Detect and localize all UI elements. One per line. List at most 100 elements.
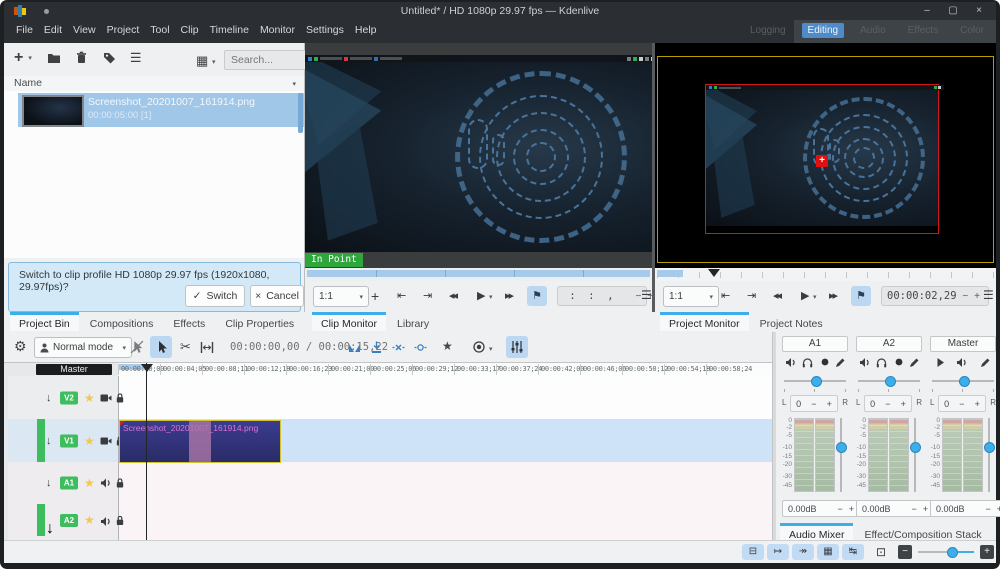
tag-button[interactable] — [103, 51, 116, 64]
project-monitor-ruler[interactable] — [655, 268, 996, 281]
menu-file[interactable]: File — [16, 24, 33, 36]
snap-toggle[interactable]: ↠ — [792, 544, 814, 560]
volume-slider[interactable] — [782, 376, 848, 386]
zone-mode-toggle[interactable]: ⚑ — [527, 286, 547, 306]
gain-fader-handle[interactable] — [910, 442, 921, 453]
workspace-tab-audio[interactable]: Audio — [854, 23, 892, 38]
balance-minus[interactable]: − — [811, 399, 816, 409]
rewind-button[interactable]: ◂◂ — [773, 289, 780, 302]
menu-settings[interactable]: Settings — [306, 24, 344, 36]
target-track-indicator[interactable] — [37, 419, 45, 462]
switch-button[interactable]: ✓ Switch — [185, 285, 245, 307]
rewind-button[interactable]: ◂◂ — [449, 289, 456, 302]
extract-zone-button[interactable] — [414, 341, 427, 354]
maximize-button[interactable]: ▢ — [946, 5, 960, 16]
volume-slider[interactable] — [930, 376, 996, 386]
insert-zone-button[interactable] — [370, 341, 383, 354]
master-effects-button[interactable]: Master — [36, 364, 112, 375]
track-lane-a1[interactable] — [118, 462, 772, 505]
show-channel-icon[interactable] — [909, 357, 920, 368]
show-mixes-toggle[interactable]: ⊟ — [742, 544, 764, 560]
workspace-tab-effects[interactable]: Effects — [902, 23, 944, 38]
project-monitor[interactable]: + — [655, 43, 996, 268]
show-channel-icon[interactable] — [835, 357, 846, 368]
favorite-effects-button[interactable]: ★ — [442, 339, 453, 353]
balance-minus[interactable]: − — [885, 399, 890, 409]
monitor-menu-button[interactable]: ☰ — [641, 288, 652, 302]
clip-monitor[interactable]: In Point — [305, 43, 652, 268]
record-dropdown-icon[interactable]: ▾ — [489, 345, 493, 353]
view-mode-button[interactable]: ▦ — [196, 54, 208, 67]
lock-track-icon[interactable] — [115, 478, 125, 489]
zone-in-button[interactable]: ⇤ — [397, 289, 406, 302]
menu-edit[interactable]: Edit — [44, 24, 62, 36]
track-effects-star-icon[interactable]: ★ — [84, 476, 95, 490]
balance-plus[interactable]: + — [975, 399, 980, 409]
gain-fader-track[interactable] — [988, 418, 990, 492]
tab-library[interactable]: Library — [388, 312, 438, 331]
gain-plus[interactable]: + — [849, 504, 854, 514]
transform-center-handle[interactable]: + — [816, 155, 828, 167]
mute-track-icon[interactable] — [100, 516, 112, 527]
add-marker-button[interactable]: + — [371, 288, 379, 304]
gain-fader-track[interactable] — [914, 418, 916, 492]
workspace-tab-color[interactable]: Color — [954, 23, 990, 38]
gain-fader-handle[interactable] — [836, 442, 847, 453]
lock-track-icon[interactable] — [115, 392, 125, 403]
gain-minus[interactable]: − — [837, 504, 842, 514]
show-waveforms-toggle[interactable]: ↹ — [842, 544, 864, 560]
balance-plus[interactable]: + — [827, 399, 832, 409]
bin-column-header[interactable]: Name ▾ — [4, 76, 304, 92]
track-header-v1[interactable]: ↓ V1 ★ — [8, 419, 119, 463]
hide-video-icon[interactable] — [100, 393, 112, 403]
volume-slider[interactable] — [856, 376, 922, 386]
menu-help[interactable]: Help — [355, 24, 377, 36]
zoom-slider-handle[interactable] — [947, 547, 958, 558]
show-subtitles-toggle[interactable]: ↦ — [767, 544, 789, 560]
close-button[interactable]: × — [972, 5, 986, 16]
show-thumbnails-toggle[interactable]: ▦ — [817, 544, 839, 560]
balance-field[interactable]: 0 − + — [864, 395, 912, 412]
collapse-track-icon[interactable]: ↓ — [46, 435, 52, 447]
gain-plus[interactable]: + — [923, 504, 928, 514]
timeline-position-timecode[interactable]: 00:00:00,00 / 00:00:15,22 — [230, 341, 388, 353]
gain-minus[interactable]: − — [985, 504, 990, 514]
mixer-toggle-button[interactable] — [506, 336, 528, 358]
track-effects-star-icon[interactable]: ★ — [84, 513, 95, 527]
workspace-tab-logging[interactable]: Logging — [744, 23, 792, 38]
bin-scrollbar[interactable] — [298, 93, 303, 133]
channel-name[interactable]: Master — [930, 336, 996, 352]
mute-track-icon[interactable] — [100, 478, 112, 489]
zoom-in-button[interactable]: + — [980, 545, 994, 559]
tab-project-notes[interactable]: Project Notes — [751, 312, 832, 331]
gain-field[interactable]: 0.00dB − + — [856, 500, 934, 517]
record-icon[interactable] — [894, 357, 904, 367]
list-options-button[interactable]: ☰ — [130, 51, 142, 64]
timeline-settings-button[interactable]: ⚙ — [14, 340, 27, 353]
track-effects-star-icon[interactable]: ★ — [84, 391, 95, 405]
monitor-headphones-icon[interactable] — [802, 357, 813, 368]
track-effects-star-icon[interactable]: ★ — [84, 434, 95, 448]
edit-mode-combo[interactable]: Normal mode ▾ — [34, 337, 132, 358]
tab-clip-properties[interactable]: Clip Properties — [216, 312, 303, 331]
razor-tool-button[interactable]: ✂ — [180, 340, 191, 353]
project-zone-bar[interactable] — [657, 270, 683, 277]
play-button[interactable]: ▶ — [477, 289, 485, 302]
zone-in-button[interactable]: ⇤ — [721, 289, 730, 302]
track-badge[interactable]: A1 — [60, 477, 78, 490]
project-timecode-field[interactable]: 00:00:02,29 − + — [881, 286, 989, 306]
disable-tool-button[interactable] — [130, 340, 144, 354]
playhead-marker[interactable] — [141, 364, 153, 372]
column-sort-icon[interactable]: ▾ — [292, 80, 296, 88]
transform-overlay-rect[interactable]: + — [705, 84, 939, 234]
play-dropdown-icon[interactable]: ▾ — [489, 293, 493, 301]
monitor-splitter[interactable] — [652, 43, 655, 312]
gain-fader-track[interactable] — [840, 418, 842, 492]
track-lane-v2[interactable] — [118, 376, 772, 420]
timecode-plus[interactable]: + — [971, 291, 983, 302]
channel-name[interactable]: A1 — [782, 336, 848, 352]
create-folder-button[interactable] — [47, 51, 61, 64]
tab-project-monitor[interactable]: Project Monitor — [660, 312, 749, 331]
monitor-menu-button[interactable]: ☰ — [983, 288, 994, 302]
clip-monitor-ruler[interactable] — [305, 268, 652, 281]
